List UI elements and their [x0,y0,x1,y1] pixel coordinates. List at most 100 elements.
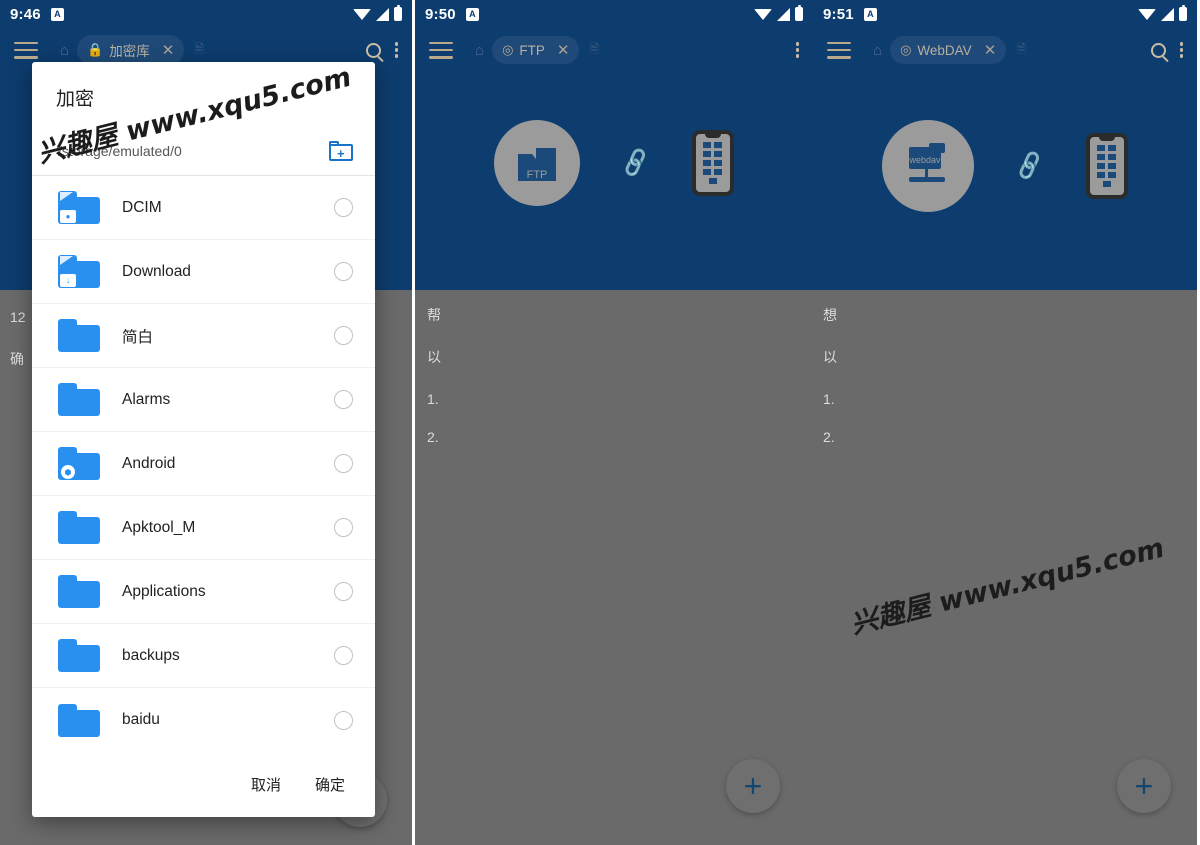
table-row[interactable]: Apktool_M [32,496,375,560]
bg-text-2b: 以 [427,349,441,365]
app-bar-3: ⌂ ◎ WebDAV ✕ 🗎 [813,28,1197,72]
search-icon[interactable] [365,42,381,58]
file-name: Download [122,262,191,280]
select-radio[interactable] [334,646,353,665]
panel-webdav: webdav 🔗 想 以 1. 2. + 9:51 A ⌂ ◎ WebDAV ✕… [813,0,1197,845]
dialog-actions-1: 取消 确定 [32,755,375,817]
signal-icon [376,7,389,21]
svg-text:FTP: FTP [527,169,548,181]
table-row[interactable]: Applications [32,560,375,624]
server-badge-icon: FTP [494,120,581,206]
close-icon[interactable]: ✕ [984,41,997,59]
select-radio[interactable] [334,326,353,345]
table-row[interactable]: 简白 [32,304,375,368]
confirm-button[interactable]: 确定 [315,774,345,795]
status-app-badge-icon: A [465,7,479,21]
folder-android-icon: ⬢ [58,447,100,480]
app-bar-1: ⌂ 🔒 加密库 ✕ 🗎 [0,28,412,72]
overflow-menu-icon[interactable] [795,42,799,58]
bg-text-3b: 以 [823,349,837,365]
panel-encrypt: 12 确 + 9:46 A ⌂ 🔒 加密库 ✕ 🗎 [0,0,412,845]
tab-strip-3: ⌂ ◎ WebDAV ✕ 🗎 [873,36,1026,64]
hero-illustration-2: FTP 🔗 [415,120,813,206]
wifi-icon [353,8,371,20]
signal-icon [1161,7,1174,21]
overflow-menu-icon[interactable] [394,42,398,58]
ftp-folder-icon: FTP [518,148,557,181]
folder-icon [58,511,100,544]
battery-icon [795,5,803,21]
home-icon[interactable]: ⌂ [475,43,484,58]
tab-strip-1: ⌂ 🔒 加密库 ✕ 🗎 [60,35,204,65]
folder-icon [58,575,100,608]
document-icon[interactable]: 🗎 [589,40,599,61]
current-path: /storage/emulated/0 [58,143,182,159]
home-icon[interactable]: ⌂ [60,43,69,58]
file-list[interactable]: ● DCIM ↓ Download 简白 Alarms ⬢ Android Ap… [32,176,375,755]
phone-icon [691,130,734,196]
table-row[interactable]: backups [32,624,375,688]
menu-icon[interactable] [827,41,851,59]
status-time: 9:51 [823,5,854,23]
search-icon[interactable] [1150,42,1166,58]
document-icon[interactable]: 🗎 [194,40,204,61]
tab-ftp[interactable]: ◎ FTP ✕ [492,36,580,64]
select-radio[interactable] [334,262,353,281]
file-name: DCIM [122,198,162,216]
bg-text-1b: 确 [10,351,24,367]
table-row[interactable]: baidu [32,688,375,752]
status-app-badge-icon: A [50,7,64,21]
wireless-icon: ◎ [900,42,912,57]
folder-icon [58,319,100,352]
phone-icon [1085,133,1128,199]
tab-label: 加密库 [109,44,150,59]
add-fab-2[interactable]: + [726,759,780,813]
status-icons [754,5,803,21]
select-radio[interactable] [334,518,353,537]
screenshot-root: 12 确 + 9:46 A ⌂ 🔒 加密库 ✕ 🗎 [0,0,1200,845]
home-icon[interactable]: ⌂ [873,43,882,58]
panel-ftp: FTP 🔗 帮 以 1. 2. + 9:50 A ⌂ ◎ FTP ✕ 🗎 [415,0,813,845]
lock-icon: 🔒 [87,42,104,57]
link-icon: 🔗 [618,146,653,179]
select-radio[interactable] [334,454,353,473]
tab-webdav[interactable]: ◎ WebDAV ✕ [890,36,1007,64]
close-icon[interactable]: ✕ [162,41,175,59]
document-icon[interactable]: 🗎 [1016,40,1026,61]
tab-strip-2: ⌂ ◎ FTP ✕ 🗎 [475,36,599,64]
close-icon[interactable]: ✕ [557,41,570,59]
file-name: baidu [122,711,160,728]
status-icons [353,5,402,21]
encrypt-picker-dialog: 加密 /storage/emulated/0 + ● DCIM ↓ Downlo… [32,62,375,817]
server-badge-icon: webdav [882,120,975,212]
new-folder-icon[interactable]: + [329,141,353,161]
bg-text-2d: 2. [427,429,439,445]
add-fab-3[interactable]: + [1117,759,1171,813]
webdav-server-icon: webdav [909,143,946,182]
app-bar-actions-3 [1150,42,1183,58]
status-bar-3: 9:51 A [813,0,1197,28]
table-row[interactable]: ● DCIM [32,176,375,240]
app-bar-2: ⌂ ◎ FTP ✕ 🗎 [415,28,813,72]
file-name: Alarms [122,390,171,408]
menu-icon[interactable] [14,41,38,59]
table-row[interactable]: ↓ Download [32,240,375,304]
select-radio[interactable] [334,710,353,730]
select-radio[interactable] [334,198,353,217]
bg-text-3d: 2. [823,429,835,445]
plus-icon: + [743,768,763,804]
select-radio[interactable] [334,390,353,409]
folder-dcim-icon: ● [58,191,100,224]
bg-text-2c: 1. [427,391,439,407]
folder-download-icon: ↓ [58,255,100,288]
menu-icon[interactable] [429,41,453,59]
wireless-icon: ◎ [502,42,514,57]
table-row[interactable]: ⬢ Android [32,432,375,496]
cancel-button[interactable]: 取消 [251,774,281,795]
table-row[interactable]: Alarms [32,368,375,432]
folder-icon [58,383,100,416]
select-radio[interactable] [334,582,353,601]
bg-text-2a: 帮 [427,307,441,323]
overflow-menu-icon[interactable] [1179,42,1183,58]
tab-encrypt-library[interactable]: 🔒 加密库 ✕ [77,35,185,65]
